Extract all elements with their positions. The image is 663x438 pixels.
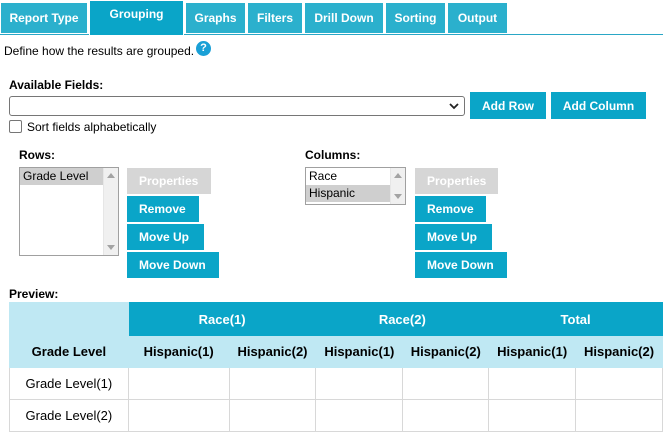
columns-properties-button[interactable]: Properties (415, 168, 498, 194)
preview-table: Race(1) Race(2) Total Grade Level Hispan… (9, 302, 663, 432)
preview-row-label: Grade Level(2) (9, 399, 129, 432)
available-fields-label: Available Fields: (9, 78, 104, 92)
columns-label: Columns: (305, 148, 361, 162)
preview-row-header: Grade Level (9, 335, 129, 368)
sort-alphabetically-checkbox[interactable] (9, 120, 22, 133)
preview-subheader: Hispanic(1) (488, 335, 577, 368)
preview-subheader: Hispanic(2) (228, 335, 317, 368)
tab-filters[interactable]: Filters (247, 2, 303, 34)
sort-alphabetically-label: Sort fields alphabetically (27, 120, 157, 134)
intro-text: Define how the results are grouped. (4, 44, 195, 58)
tab-graphs[interactable]: Graphs (185, 2, 246, 34)
preview-label: Preview: (9, 287, 59, 301)
tab-drill-down[interactable]: Drill Down (304, 2, 384, 34)
preview-cell (228, 399, 317, 432)
scroll-down-icon[interactable] (107, 245, 115, 250)
tab-bar: Report Type Grouping Graphs Filters Dril… (0, 0, 663, 36)
columns-move-up-button[interactable]: Move Up (415, 224, 492, 250)
preview-row-label: Grade Level(1) (9, 367, 129, 400)
help-icon[interactable]: ? (196, 41, 211, 56)
chevron-down-icon (449, 103, 459, 110)
rows-item-grade-level[interactable]: Grade Level (20, 168, 103, 185)
preview-cell (315, 399, 404, 432)
preview-cell (575, 399, 663, 432)
preview-cell (127, 399, 230, 432)
rows-remove-button[interactable]: Remove (127, 196, 199, 222)
scroll-up-icon[interactable] (107, 173, 115, 178)
table-row: Grade Level(1) (9, 367, 663, 400)
add-column-button[interactable]: Add Column (551, 92, 646, 119)
preview-subheader: Hispanic(2) (402, 335, 490, 368)
scroll-up-icon[interactable] (394, 173, 402, 178)
preview-header-race-1: Race(1) (127, 302, 317, 336)
preview-cell (488, 399, 577, 432)
rows-move-down-button[interactable]: Move Down (127, 252, 219, 278)
tab-report-type[interactable]: Report Type (0, 2, 88, 34)
columns-item-hispanic[interactable]: Hispanic (306, 185, 390, 202)
preview-cell (488, 367, 577, 400)
columns-move-down-button[interactable]: Move Down (415, 252, 507, 278)
columns-scrollbar[interactable] (390, 168, 405, 204)
available-fields-select[interactable] (9, 96, 465, 116)
rows-label: Rows: (19, 148, 55, 162)
preview-subheader: Hispanic(2) (575, 335, 663, 368)
rows-listbox[interactable]: Grade Level (19, 167, 119, 256)
rows-move-up-button[interactable]: Move Up (127, 224, 204, 250)
columns-remove-button[interactable]: Remove (415, 196, 486, 222)
scroll-down-icon[interactable] (394, 194, 402, 199)
preview-cell (127, 367, 230, 400)
preview-cell (402, 399, 490, 432)
preview-subheader: Hispanic(1) (127, 335, 230, 368)
rows-scrollbar[interactable] (103, 168, 118, 255)
preview-cell (315, 367, 404, 400)
preview-cell (402, 367, 490, 400)
tab-grouping[interactable]: Grouping (89, 0, 184, 36)
preview-header-total: Total (488, 302, 663, 336)
rows-properties-button[interactable]: Properties (127, 168, 211, 194)
table-row: Grade Level(2) (9, 399, 663, 432)
preview-cell (228, 367, 317, 400)
preview-cell (575, 367, 663, 400)
add-row-button[interactable]: Add Row (470, 92, 546, 119)
preview-header-race-2: Race(2) (315, 302, 490, 336)
tab-output[interactable]: Output (447, 2, 508, 34)
columns-listbox[interactable]: Race Hispanic (305, 167, 406, 205)
preview-subheader: Hispanic(1) (315, 335, 404, 368)
preview-corner (9, 302, 129, 336)
columns-item-race[interactable]: Race (306, 168, 390, 185)
tab-sorting[interactable]: Sorting (385, 2, 446, 34)
